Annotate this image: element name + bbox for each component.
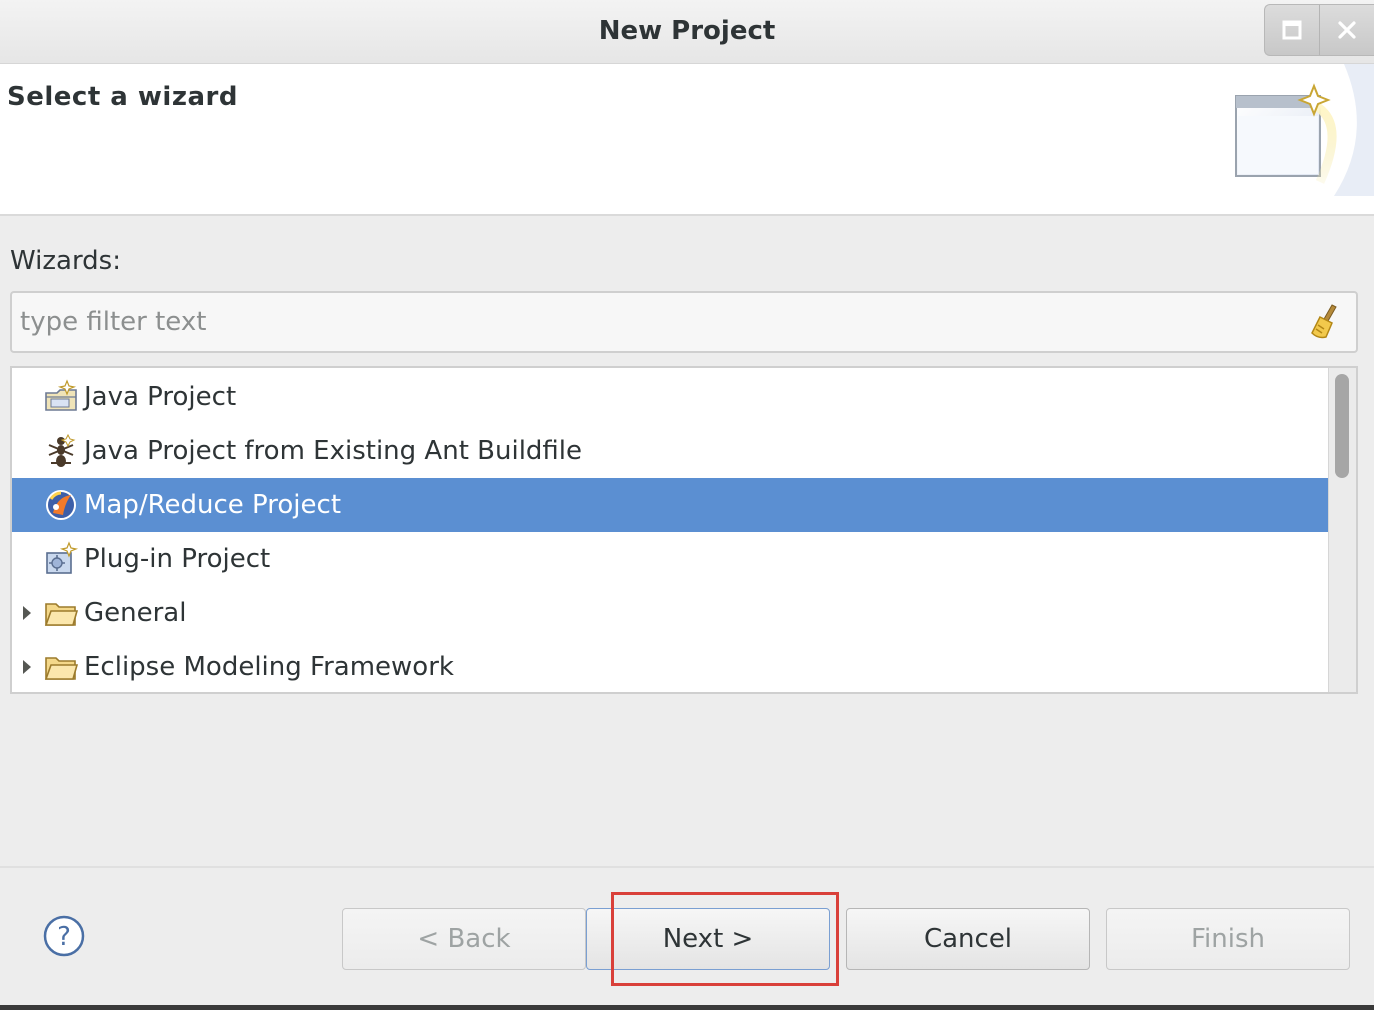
plugin-project-icon	[46, 541, 79, 574]
window-title: New Project	[598, 16, 776, 46]
wizard-header: Select a wizard	[0, 64, 1374, 216]
tree-item-label: Java Project from Existing Ant Buildfile	[84, 436, 583, 466]
filter-field	[10, 291, 1358, 353]
window-bottom-edge	[0, 1005, 1374, 1010]
page-title: Select a wizard	[7, 82, 238, 112]
wizards-label: Wizards:	[10, 246, 121, 276]
tree-item-label: Java Project	[84, 382, 237, 412]
svg-text:?: ?	[57, 922, 71, 952]
new-wizard-banner-icon	[1235, 64, 1374, 196]
ant-buildfile-icon	[48, 433, 76, 467]
tree-item-mapreduce-project[interactable]: Map/Reduce Project	[12, 478, 1330, 532]
folder-icon	[44, 657, 78, 680]
tree-item-eclipse-modeling-framework[interactable]: Eclipse Modeling Framework	[12, 640, 1330, 692]
tree-item-label: Eclipse Modeling Framework	[84, 652, 454, 682]
tree-item-plugin-project[interactable]: Plug-in Project	[12, 532, 1330, 586]
mapreduce-project-icon	[46, 490, 76, 520]
maximize-icon	[1282, 20, 1302, 40]
tree-item-general[interactable]: General	[12, 586, 1330, 640]
vertical-scrollbar[interactable]	[1328, 368, 1356, 692]
filter-input[interactable]	[20, 303, 1290, 341]
tree-item-ant-buildfile[interactable]: Java Project from Existing Ant Buildfile	[12, 424, 1330, 478]
close-button[interactable]	[1319, 5, 1374, 55]
tree-item-label: General	[84, 598, 187, 628]
finish-button[interactable]: Finish	[1106, 908, 1350, 970]
button-bar: ? < Back Next > Cancel Finish	[0, 866, 1374, 1010]
back-button[interactable]: < Back	[342, 908, 586, 970]
tree-item-label: Map/Reduce Project	[84, 490, 342, 520]
wizard-tree: Java Project Java Project from Existing …	[10, 366, 1358, 694]
folder-icon	[44, 603, 78, 626]
window-controls	[1264, 4, 1374, 56]
close-icon	[1338, 21, 1356, 39]
title-bar: New Project	[0, 0, 1374, 64]
tree-item-label: Plug-in Project	[84, 544, 271, 574]
expand-arrow-icon[interactable]	[12, 586, 42, 640]
cancel-button[interactable]: Cancel	[846, 908, 1090, 970]
java-project-icon	[45, 379, 77, 411]
scrollbar-thumb[interactable]	[1335, 374, 1349, 478]
help-icon[interactable]: ?	[42, 914, 86, 958]
maximize-button[interactable]	[1265, 5, 1319, 55]
clear-filter-broom-icon[interactable]	[1308, 303, 1342, 341]
tree-item-java-project[interactable]: Java Project	[12, 370, 1330, 424]
expand-arrow-icon[interactable]	[12, 640, 42, 692]
next-button[interactable]: Next >	[586, 908, 830, 970]
